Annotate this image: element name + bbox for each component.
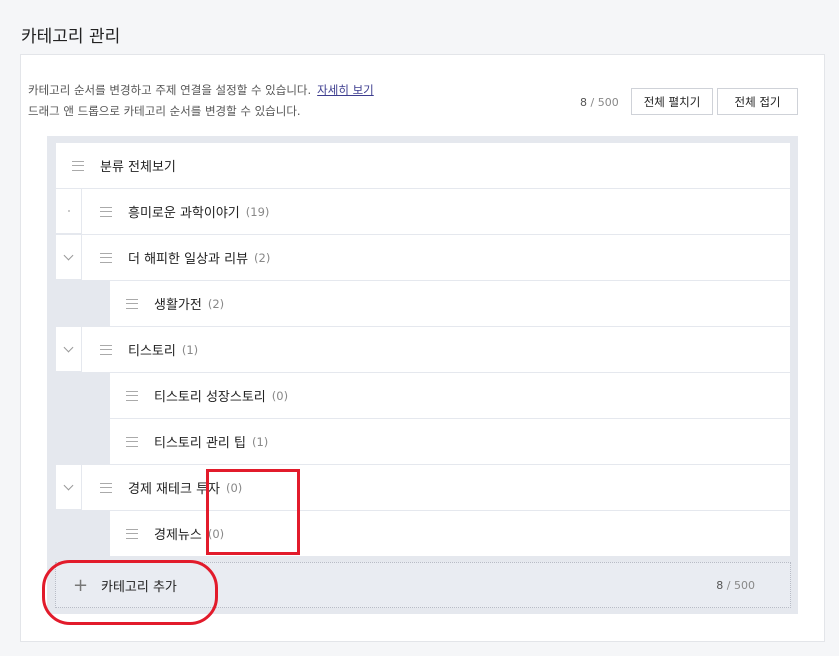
category-label: 티스토리 (128, 344, 176, 359)
expand-all-button[interactable]: 전체 펼치기 (631, 88, 713, 115)
learn-more-link[interactable]: 자세히 보기 (317, 83, 374, 97)
category-count: (19) (245, 204, 270, 219)
category-count: (1) (252, 434, 269, 449)
dot-icon (56, 189, 81, 234)
drag-handle-icon[interactable] (126, 437, 138, 447)
drag-handle-icon[interactable] (100, 483, 112, 493)
category-row[interactable]: 경제 재테크 투자 (0) (82, 465, 790, 511)
drag-handle-icon[interactable] (126, 529, 138, 539)
drag-handle-icon[interactable] (72, 161, 84, 171)
counter-current: 8 (580, 96, 587, 109)
chevron-down-icon[interactable] (56, 327, 81, 372)
page-title: 카테고리 관리 (21, 27, 121, 47)
category-row[interactable]: 티스토리 (1) (82, 327, 790, 373)
description-text-1: 카테고리 순서를 변경하고 주제 연결을 설정할 수 있습니다. (28, 83, 312, 97)
category-label: 경제뉴스 (154, 528, 202, 543)
drag-handle-icon[interactable] (100, 345, 112, 355)
description-line-2: 드래그 앤 드롭으로 카테고리 순서를 변경할 수 있습니다. (28, 104, 301, 118)
drag-handle-icon[interactable] (126, 391, 138, 401)
counter-max: / 500 (590, 96, 619, 109)
category-label: 흥미로운 과학이야기 (128, 206, 240, 221)
category-count: (2) (254, 250, 271, 265)
subcategory-row[interactable]: 생활가전 (2) (110, 281, 790, 327)
category-label: 분류 전체보기 (100, 160, 176, 175)
category-label: 더 해피한 일상과 리뷰 (128, 252, 249, 267)
chevron-down-icon[interactable] (56, 235, 81, 280)
subcategory-row[interactable]: 티스토리 관리 팁 (1) (110, 419, 790, 465)
collapse-all-button[interactable]: 전체 접기 (717, 88, 798, 115)
category-label: 생활가전 (154, 298, 202, 313)
add-counter-max: / 500 (726, 578, 755, 592)
category-count: (0) (271, 388, 289, 403)
category-label: 티스토리 성장스토리 (154, 390, 266, 405)
description: 카테고리 순서를 변경하고 주제 연결을 설정할 수 있습니다. 자세히 보기 드… (28, 80, 374, 122)
description-line-1: 카테고리 순서를 변경하고 주제 연결을 설정할 수 있습니다. 자세히 보기 (28, 80, 374, 101)
chevron-down-icon[interactable] (56, 465, 81, 510)
category-label: 티스토리 관리 팁 (154, 436, 246, 451)
category-counter: 8 / 500 (580, 96, 619, 109)
category-row[interactable]: 흥미로운 과학이야기 (19) (82, 189, 790, 235)
annotation-oval (42, 560, 218, 625)
category-count: (1) (181, 342, 199, 357)
category-row[interactable]: 더 해피한 일상과 리뷰 (2) (82, 235, 790, 281)
annotation-rectangle (206, 469, 300, 555)
footer-strip (20, 641, 825, 656)
add-counter-current: 8 (716, 578, 724, 592)
subcategory-row[interactable]: 티스토리 성장스토리 (0) (110, 373, 790, 419)
drag-handle-icon[interactable] (100, 253, 112, 263)
drag-handle-icon[interactable] (126, 299, 138, 309)
drag-handle-icon[interactable] (100, 207, 112, 217)
add-category-counter: 8 / 500 (716, 579, 755, 592)
category-count: (2) (207, 296, 225, 311)
category-root-row[interactable]: 분류 전체보기 (56, 143, 790, 189)
